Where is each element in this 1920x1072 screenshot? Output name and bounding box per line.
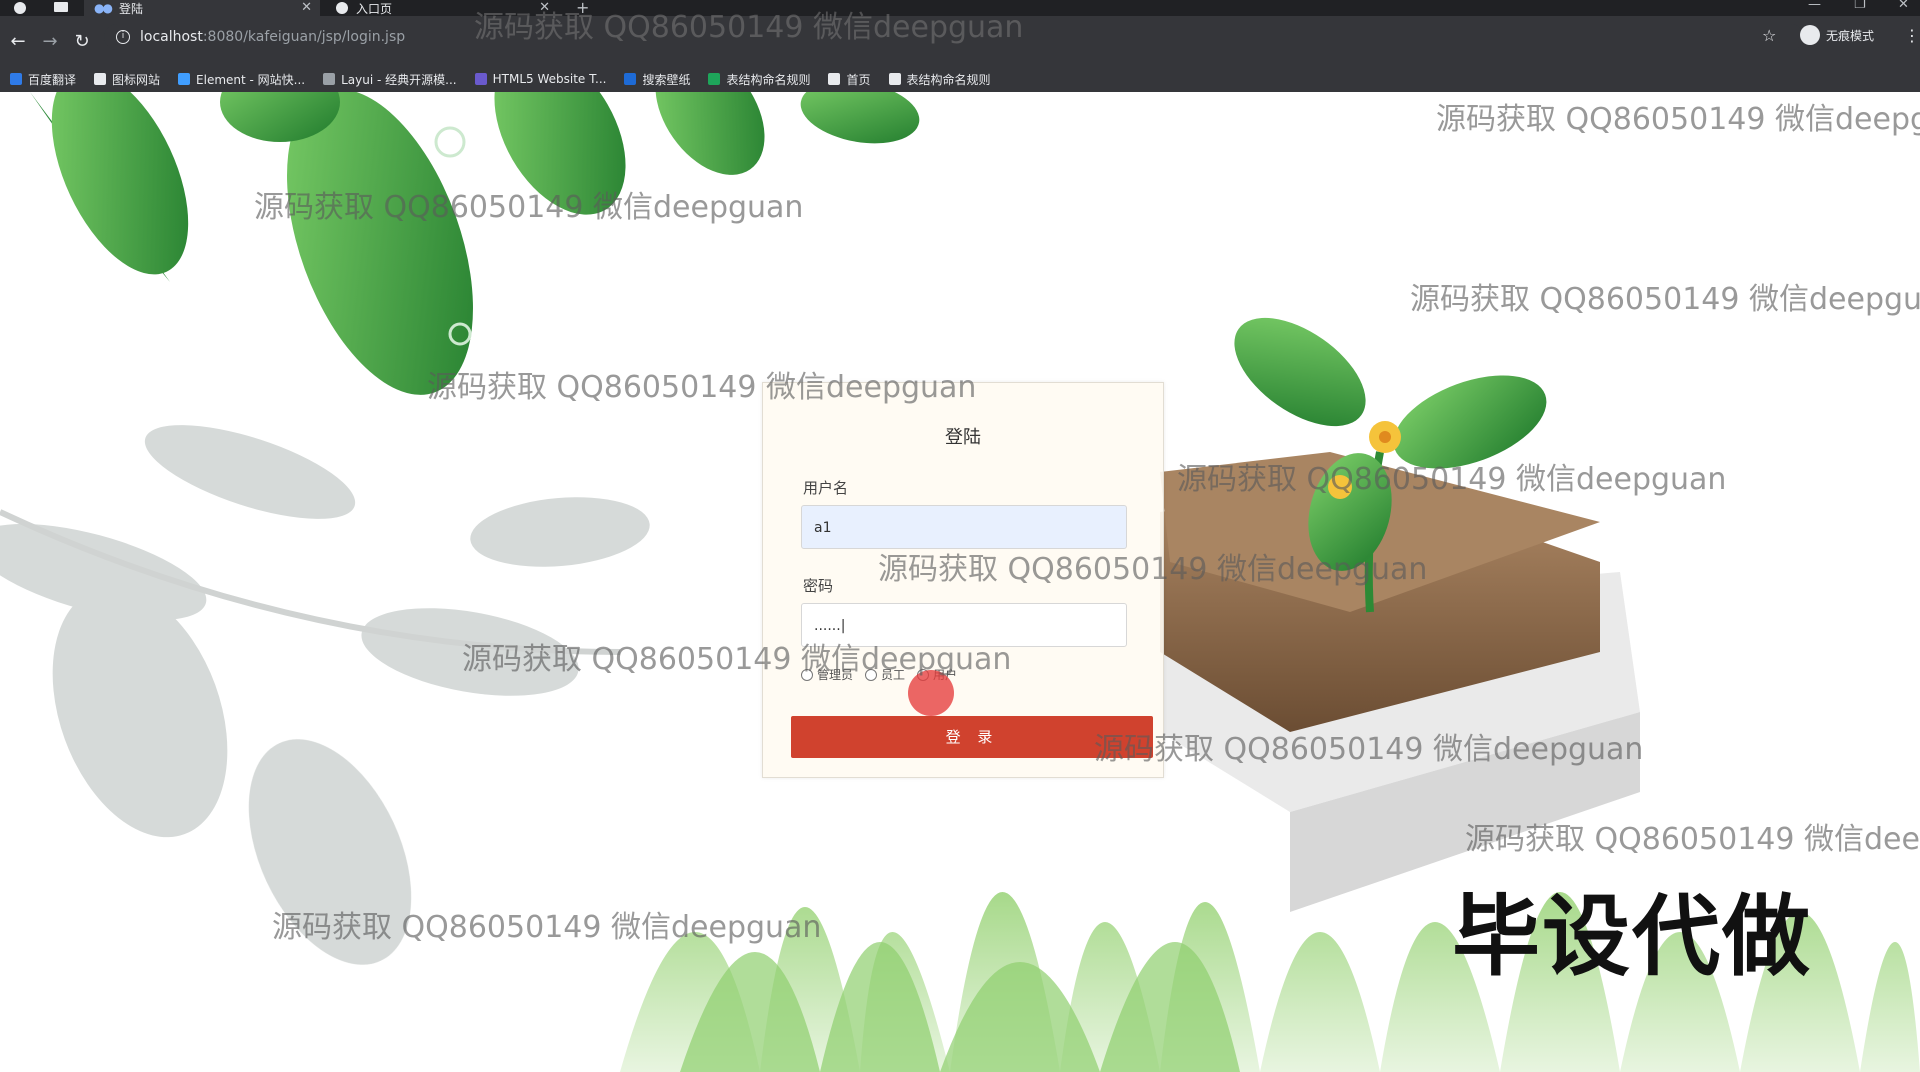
restore-icon[interactable]: ❐ bbox=[1854, 0, 1866, 12]
bookmark-label: 表结构命名规则 bbox=[906, 72, 991, 87]
bookmark-star-icon[interactable]: ☆ bbox=[1762, 26, 1776, 45]
bookmark-favicon-icon bbox=[708, 73, 721, 85]
url-host: localhost bbox=[140, 29, 203, 45]
window-icon[interactable] bbox=[54, 2, 68, 12]
bookmark-item[interactable]: 首页 bbox=[828, 71, 871, 88]
tab-title: 登陆 bbox=[118, 1, 143, 16]
bookmark-favicon-icon bbox=[323, 73, 336, 85]
bookmark-item[interactable]: 搜索壁纸 bbox=[624, 71, 690, 88]
form-title: 登陆 bbox=[945, 427, 981, 448]
watermark: 源码获取 QQ86050149 微信deepguan bbox=[427, 370, 977, 405]
close-tab-icon[interactable]: ✕ bbox=[301, 0, 312, 15]
watermark: 源码获取 QQ86050149 微信deepguan bbox=[272, 910, 822, 945]
watermark: 源码获取 QQ86050149 微信deepguan bbox=[474, 10, 1024, 45]
incognito-icon bbox=[1800, 25, 1820, 45]
bookmark-label: 百度翻译 bbox=[28, 72, 77, 87]
bookmark-favicon-icon bbox=[94, 73, 107, 85]
bookmark-favicon-icon bbox=[624, 73, 637, 85]
bookmark-label: 图标网站 bbox=[112, 72, 161, 87]
watermark: 源码获取 QQ86050149 微信deepg bbox=[1436, 102, 1920, 137]
bookmark-label: Element - 网站快... bbox=[196, 72, 306, 87]
username-input[interactable]: a1 bbox=[801, 505, 1127, 549]
incognito-profile[interactable]: 无痕模式 bbox=[1800, 25, 1874, 45]
reload-icon[interactable]: ↻ bbox=[70, 31, 94, 52]
login-page: 登陆 用户名 a1 密码 ......| 管理员 员工 用户 登 录 源码获取 … bbox=[0, 92, 1920, 1072]
watermark: 源码获取 QQ86050149 微信deepgua bbox=[1410, 282, 1920, 317]
watermark: 源码获取 QQ86050149 微信deepguan bbox=[878, 552, 1428, 587]
close-window-icon[interactable]: ✕ bbox=[1898, 0, 1909, 12]
bookmark-item[interactable]: 图标网站 bbox=[94, 71, 160, 88]
bookmark-item[interactable]: 表结构命名规则 bbox=[708, 71, 810, 88]
bookmark-favicon-icon bbox=[178, 73, 191, 85]
watermark: 源码获取 QQ86050149 微信deepguan bbox=[462, 642, 1012, 677]
bookmark-label: HTML5 Website T... bbox=[492, 72, 607, 86]
globe-icon bbox=[336, 2, 348, 14]
url-path: :8080/kafeiguan/jsp/login.jsp bbox=[202, 29, 406, 45]
back-icon[interactable]: ← bbox=[6, 31, 30, 52]
info-icon[interactable]: i bbox=[116, 30, 130, 44]
password-label: 密码 bbox=[803, 577, 834, 595]
bookmark-label: 表结构命名规则 bbox=[726, 72, 811, 87]
profile-label: 无痕模式 bbox=[1826, 28, 1875, 43]
bookmark-label: Layui - 经典开源模... bbox=[341, 72, 457, 87]
bookmark-item[interactable]: Layui - 经典开源模... bbox=[323, 71, 457, 88]
bookmark-label: 搜索壁纸 bbox=[642, 72, 691, 87]
loading-icon: ●● bbox=[94, 1, 113, 15]
bookmark-item[interactable]: HTML5 Website T... bbox=[474, 72, 607, 86]
watermark: 源码获取 QQ86050149 微信deepguan bbox=[1177, 462, 1727, 497]
bookmarks-bar: 百度翻译 图标网站 Element - 网站快... Layui - 经典开源模...… bbox=[0, 66, 1920, 92]
bookmark-item[interactable]: Element - 网站快... bbox=[178, 71, 305, 88]
watermark: 源码获取 QQ86050149 微信deepguan bbox=[1094, 732, 1644, 767]
bookmark-favicon-icon bbox=[828, 73, 841, 85]
watermark: 源码获取 QQ86050149 微信deepguan bbox=[254, 190, 804, 225]
menu-icon[interactable]: ⋮ bbox=[1904, 26, 1920, 45]
username-label: 用户名 bbox=[803, 479, 849, 497]
screen: ●● 登陆 ✕ 入口页 ✕ + — ❐ ✕ ← → ↻ i localhost … bbox=[0, 0, 1920, 1072]
bookmark-favicon-icon bbox=[10, 73, 22, 85]
forward-icon[interactable]: → bbox=[38, 31, 62, 52]
bookmark-label: 首页 bbox=[846, 72, 871, 87]
watermark: 源码获取 QQ86050149 微信deep bbox=[1465, 822, 1920, 857]
bookmark-item[interactable]: 表结构命名规则 bbox=[888, 71, 991, 88]
bookmark-item[interactable]: 百度翻译 bbox=[10, 71, 76, 88]
minimize-icon[interactable]: — bbox=[1808, 0, 1821, 12]
browser-logo-icon bbox=[14, 2, 26, 14]
tab-title: 入口页 bbox=[356, 1, 393, 16]
tab-login[interactable]: ●● 登陆 ✕ bbox=[84, 0, 320, 16]
bookmark-favicon-icon bbox=[474, 73, 487, 85]
bookmark-favicon-icon bbox=[888, 73, 901, 85]
promo-text: 毕设代做 bbox=[1452, 885, 1813, 988]
